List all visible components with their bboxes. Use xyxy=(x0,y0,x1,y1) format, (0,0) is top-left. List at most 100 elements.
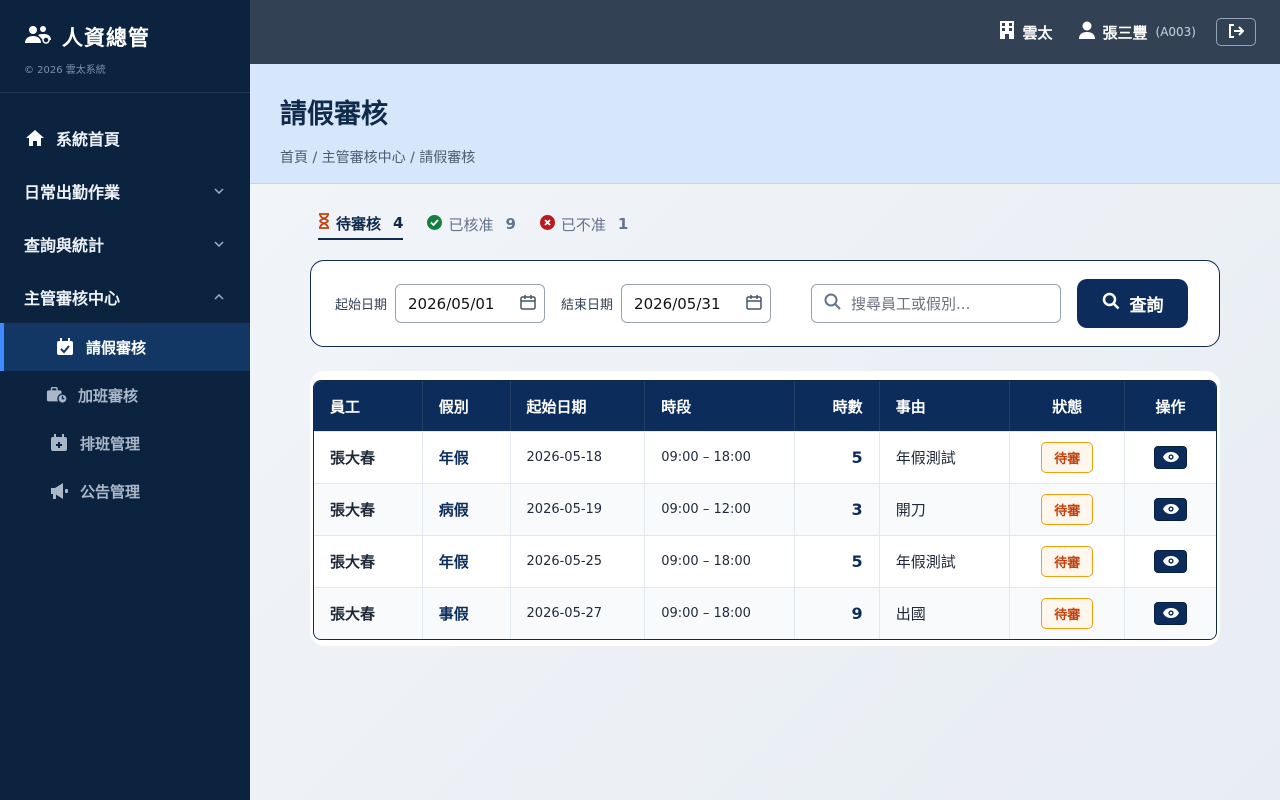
table-row: 張大春 事假 2026-05-27 09:00 – 18:00 9 出國 待審 xyxy=(314,587,1216,639)
user-id: (A003) xyxy=(1155,25,1196,39)
col-start-date[interactable]: 起始日期 xyxy=(510,381,646,431)
tab-count: 4 xyxy=(393,214,404,232)
cell-leave-type: 年假 xyxy=(422,535,511,587)
search-box xyxy=(811,284,1062,323)
tab-count: 9 xyxy=(505,215,516,233)
sidebar-item-shift-management[interactable]: 排班管理 xyxy=(0,419,250,467)
filter-panel: 起始日期 2026/05/01 結束日期 2026/05/31 查詢 xyxy=(310,260,1220,347)
chevron-up-icon xyxy=(212,293,226,300)
tab-approved[interactable]: 已核准 9 xyxy=(427,208,516,240)
calendar-check-icon xyxy=(54,338,76,356)
tab-pending[interactable]: 待審核 4 xyxy=(318,208,404,240)
cell-period: 09:00 – 18:00 xyxy=(645,587,795,639)
logout-icon xyxy=(1228,23,1245,42)
table-row: 張大春 年假 2026-05-25 09:00 – 18:00 5 年假測試 待… xyxy=(314,535,1216,587)
brand-title: 人資總管 xyxy=(62,26,150,50)
cell-actions xyxy=(1125,483,1216,535)
end-date-label: 結束日期 xyxy=(561,298,614,313)
col-leave-type[interactable]: 假別 xyxy=(422,381,511,431)
start-date-value: 2026/05/01 xyxy=(408,294,495,313)
start-date-input[interactable]: 2026/05/01 xyxy=(395,284,546,323)
cell-reason: 開刀 xyxy=(879,483,1011,535)
status-badge: 待審 xyxy=(1041,546,1094,577)
tab-rejected[interactable]: 已不准 1 xyxy=(539,208,629,240)
topbar: 雲太 張三豐 (A003) xyxy=(250,0,1280,64)
table-row: 張大春 年假 2026-05-18 09:00 – 18:00 5 年假測試 待… xyxy=(314,431,1216,483)
view-button[interactable] xyxy=(1154,602,1188,625)
megaphone-icon xyxy=(48,482,70,500)
sidebar: 人資總管 © 2026 雲太系統 系統首頁 日常出勤作業 查詢與統計 主管審核中… xyxy=(0,0,250,800)
sidebar-item-overtime-review[interactable]: 加班審核 xyxy=(0,371,250,419)
cell-reason: 年假測試 xyxy=(879,431,1011,483)
sidebar-item-label: 排班管理 xyxy=(80,434,141,453)
chevron-down-icon xyxy=(212,187,226,194)
col-reason[interactable]: 事由 xyxy=(879,381,1011,431)
sidebar-item-daily-attendance[interactable]: 日常出勤作業 xyxy=(0,164,250,217)
start-date-label: 起始日期 xyxy=(335,298,388,313)
table-header-row: 員工 假別 起始日期 時段 時數 事由 狀態 操作 xyxy=(314,381,1216,431)
col-employee[interactable]: 員工 xyxy=(314,381,423,431)
sidebar-nav: 系統首頁 日常出勤作業 查詢與統計 主管審核中心 請假審核 加班審核 排班管理 … xyxy=(0,93,250,515)
col-status[interactable]: 狀態 xyxy=(1010,381,1126,431)
col-actions: 操作 xyxy=(1125,381,1216,431)
end-date-value: 2026/05/31 xyxy=(634,294,721,313)
eye-icon xyxy=(1162,449,1180,467)
col-period[interactable]: 時段 xyxy=(645,381,795,431)
cell-leave-type: 病假 xyxy=(422,483,511,535)
building-icon xyxy=(1000,21,1015,43)
col-hours[interactable]: 時數 xyxy=(794,381,880,431)
sidebar-item-leave-review[interactable]: 請假審核 xyxy=(0,323,250,371)
cell-hours: 3 xyxy=(794,483,880,535)
page-title: 請假審核 xyxy=(280,99,388,130)
sidebar-item-home[interactable]: 系統首頁 xyxy=(0,111,250,164)
cell-hours: 5 xyxy=(794,535,880,587)
logout-button[interactable] xyxy=(1216,18,1256,46)
cell-period: 09:00 – 18:00 xyxy=(645,535,795,587)
query-button[interactable]: 查詢 xyxy=(1077,279,1189,328)
main-content: 待審核 4 已核准 9 已不准 1 起始日期 2026/05/01 結束日期 2… xyxy=(250,184,1280,800)
sidebar-item-announcements[interactable]: 公告管理 xyxy=(0,467,250,515)
cell-period: 09:00 – 18:00 xyxy=(645,431,795,483)
cell-employee: 張大春 xyxy=(314,587,423,639)
sidebar-item-label: 系統首頁 xyxy=(56,129,121,149)
hourglass-icon xyxy=(318,213,330,233)
tab-label: 已核准 xyxy=(448,215,494,234)
breadcrumb: 首頁 / 主管審核中心 / 請假審核 xyxy=(280,150,476,166)
tab-count: 1 xyxy=(617,215,629,233)
calendar-plus-icon xyxy=(48,434,70,452)
cell-leave-type: 年假 xyxy=(422,431,511,483)
company-info: 雲太 xyxy=(1000,21,1053,43)
cell-status: 待審 xyxy=(1010,535,1126,587)
sidebar-item-label: 主管審核中心 xyxy=(24,288,121,308)
check-circle-icon xyxy=(427,214,443,234)
sidebar-item-label: 加班審核 xyxy=(78,386,139,405)
status-badge: 待審 xyxy=(1041,442,1094,473)
briefcase-clock-icon xyxy=(46,386,68,404)
cell-status: 待審 xyxy=(1010,587,1126,639)
eye-icon xyxy=(1162,553,1180,571)
search-input[interactable] xyxy=(851,294,1052,313)
cell-period: 09:00 – 12:00 xyxy=(645,483,795,535)
company-name: 雲太 xyxy=(1022,23,1053,42)
leave-table-card: 員工 假別 起始日期 時段 時數 事由 狀態 操作 張大春 年假 2026-05… xyxy=(310,371,1220,646)
user-info: 張三豐 (A003) xyxy=(1078,21,1196,43)
eye-icon xyxy=(1162,501,1180,519)
cell-employee: 張大春 xyxy=(314,431,423,483)
end-date-input[interactable]: 2026/05/31 xyxy=(621,284,772,323)
search-icon xyxy=(824,293,841,314)
tab-label: 已不准 xyxy=(560,215,606,234)
cell-status: 待審 xyxy=(1010,483,1126,535)
cell-reason: 出國 xyxy=(879,587,1011,639)
user-name: 張三豐 xyxy=(1102,23,1148,42)
cell-reason: 年假測試 xyxy=(879,535,1011,587)
calendar-icon xyxy=(520,294,536,314)
view-button[interactable] xyxy=(1154,550,1188,573)
sidebar-item-manager-review[interactable]: 主管審核中心 xyxy=(0,270,250,323)
view-button[interactable] xyxy=(1154,446,1188,469)
users-icon xyxy=(24,24,52,50)
home-icon xyxy=(24,129,46,147)
sidebar-item-query-stats[interactable]: 查詢與統計 xyxy=(0,217,250,270)
cell-start-date: 2026-05-25 xyxy=(510,535,646,587)
view-button[interactable] xyxy=(1154,498,1188,521)
cell-start-date: 2026-05-18 xyxy=(510,431,646,483)
